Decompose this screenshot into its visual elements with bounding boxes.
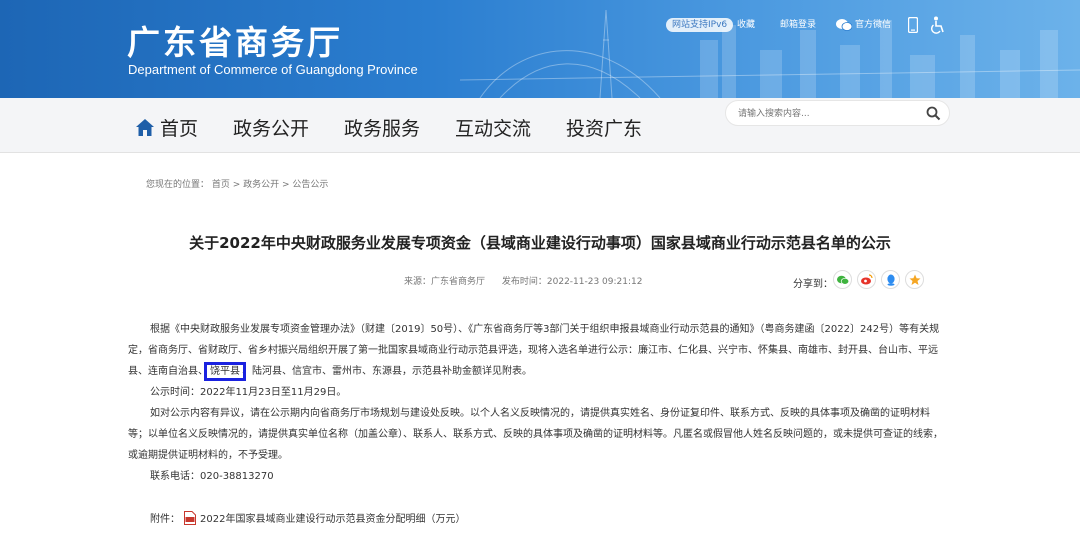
mail-login-link[interactable]: 邮箱登录 xyxy=(780,18,816,32)
qq-icon xyxy=(886,274,895,286)
site-subtitle: Department of Commerce of Guangdong Prov… xyxy=(128,62,418,77)
page: 广东省商务厅 Department of Commerce of Guangdo… xyxy=(0,0,1080,547)
nav-home-label: 首页 xyxy=(160,118,199,140)
pdf-icon xyxy=(184,510,196,525)
breadcrumb[interactable]: 您现在的位置： 首页 > 政务公开 > 公告公示 xyxy=(146,177,328,190)
wechat-icon xyxy=(836,275,849,285)
mobile-icon[interactable] xyxy=(908,17,918,33)
attachment: 附件： 2022年国家县域商业建设行动示范县资金分配明细（万元） xyxy=(150,510,465,525)
share-weibo-button[interactable] xyxy=(857,270,876,289)
share-qzone-button[interactable] xyxy=(905,270,924,289)
wechat-label: 官方微信 xyxy=(855,20,892,30)
article-paragraph-1: 根据《中央财政服务业发展专项资金管理办法》（财建〔2019〕50号）、《广东省商… xyxy=(128,319,943,382)
article-paragraph-3: 如对公示内容有异议，请在公示期内向省商务厅市场规划与建设处反映。以个人名义反映情… xyxy=(128,408,943,461)
search-icon[interactable] xyxy=(926,106,941,121)
header-banner: 广东省商务厅 Department of Commerce of Guangdo… xyxy=(0,0,1080,98)
article-paragraph-2: 公示时间：2022年11月23日至11月29日。 xyxy=(150,387,347,398)
search-input[interactable] xyxy=(738,105,918,122)
article-publish-time: 发布时间：2022-11-23 09:21:12 xyxy=(501,277,643,287)
article-body: 根据《中央财政服务业发展专项资金管理办法》（财建〔2019〕50号）、《广东省商… xyxy=(128,319,943,487)
nav-item-home[interactable]: 首页 xyxy=(136,114,198,141)
star-icon xyxy=(909,274,920,285)
site-title[interactable]: 广东省商务厅 xyxy=(127,16,343,64)
search-box xyxy=(725,100,950,126)
nav-item-invest-guangdong[interactable]: 投资广东 xyxy=(566,114,642,141)
nav-item-government-services[interactable]: 政务服务 xyxy=(344,114,420,141)
main-nav: 首页 政务公开 政务服务 互动交流 投资广东 xyxy=(0,98,1080,153)
article-source: 来源：广东省商务厅 xyxy=(404,277,486,287)
share-qq-button[interactable] xyxy=(881,270,900,289)
official-wechat-link[interactable]: 官方微信 xyxy=(836,16,891,34)
highlighted-county: 饶平县 xyxy=(204,362,246,381)
accessibility-icon[interactable] xyxy=(930,16,946,34)
weibo-icon xyxy=(860,274,873,285)
attachment-link[interactable]: 2022年国家县域商业建设行动示范县资金分配明细（万元） xyxy=(200,510,465,525)
favorite-link[interactable]: 收藏 xyxy=(737,18,755,32)
para1-text-end: 、陆河县、信宜市、雷州市、东源县，示范县补助金额详见附表。 xyxy=(242,366,532,377)
home-icon xyxy=(136,119,154,136)
city-skyline-graphic xyxy=(460,9,1080,98)
wechat-icon xyxy=(836,19,852,31)
nav-item-government-affairs[interactable]: 政务公开 xyxy=(233,114,309,141)
article-paragraph-4: 联系电话：020-38813270 xyxy=(150,471,274,482)
article-meta: 来源：广东省商务厅 发布时间：2022-11-23 09:21:12 xyxy=(404,274,656,287)
nav-item-interaction[interactable]: 互动交流 xyxy=(455,114,531,141)
share-label: 分享到： xyxy=(793,279,833,290)
share-wechat-button[interactable] xyxy=(833,270,852,289)
attachment-label: 附件： xyxy=(150,514,180,525)
ipv6-badge: 网站支持IPv6 xyxy=(666,18,734,32)
article-title: 关于2022年中央财政服务业发展专项资金（县域商业建设行动事项）国家县域商业行动… xyxy=(189,234,891,252)
